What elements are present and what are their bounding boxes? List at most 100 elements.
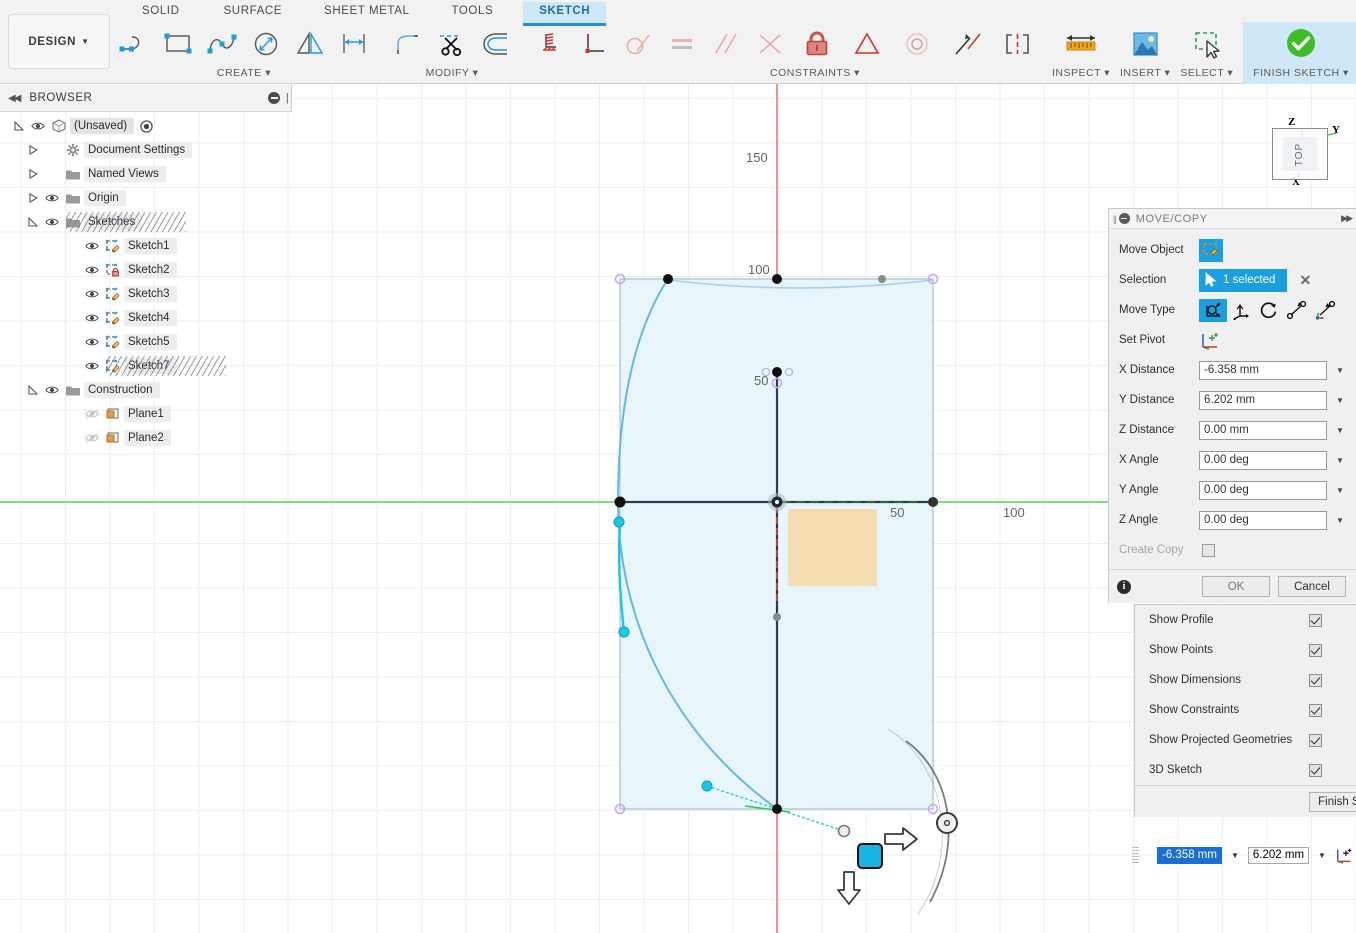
point-to-position-icon[interactable] bbox=[1311, 299, 1339, 322]
palette-option-checkbox[interactable] bbox=[1309, 643, 1322, 657]
circle-diameter-icon[interactable] bbox=[244, 22, 288, 66]
ground-constraint-icon[interactable] bbox=[528, 22, 572, 66]
palette-row-3d-sketch[interactable]: 3D Sketch bbox=[1135, 755, 1356, 785]
fix-lock-icon[interactable] bbox=[792, 22, 842, 66]
chevron-down-icon[interactable]: ▼ bbox=[1231, 851, 1239, 860]
tree-item-named-views[interactable]: Named Views bbox=[28, 164, 166, 184]
x-distance-input[interactable]: -6.358 mm bbox=[1199, 360, 1327, 380]
tree-item-document-settings[interactable]: Document Settings bbox=[28, 140, 193, 160]
offset-icon[interactable] bbox=[474, 22, 518, 66]
info-icon[interactable]: i bbox=[1117, 579, 1131, 594]
palette-row-show-constraints[interactable]: Show Constraints bbox=[1135, 695, 1356, 725]
x-distance-quick-input[interactable]: -6.358 mm bbox=[1157, 846, 1222, 864]
sketch-move-object-icon[interactable] bbox=[1199, 238, 1223, 262]
concentric-icon[interactable] bbox=[892, 22, 942, 66]
expand-arrow-icon[interactable] bbox=[28, 217, 42, 227]
tree-item-construction[interactable]: Construction bbox=[28, 380, 160, 400]
chevron-down-icon[interactable]: ▼ bbox=[1336, 426, 1344, 435]
tree-item-sketches[interactable]: Sketches bbox=[28, 212, 186, 232]
trim-scissors-icon[interactable] bbox=[430, 22, 474, 66]
z-distance-input[interactable]: 0.00 mm bbox=[1199, 420, 1327, 440]
dialog-header[interactable]: || MOVE/COPY ▶▶ bbox=[1109, 209, 1356, 229]
tree-item-sketch3[interactable]: Sketch3 bbox=[68, 284, 177, 304]
equal-icon[interactable] bbox=[660, 22, 704, 66]
expand-arrow-icon[interactable] bbox=[14, 121, 28, 131]
chevron-down-icon[interactable]: ▼ bbox=[1336, 516, 1344, 525]
spline-icon[interactable] bbox=[200, 22, 244, 66]
palette-row-show-dimensions[interactable]: Show Dimensions bbox=[1135, 665, 1356, 695]
parallel-icon[interactable] bbox=[704, 22, 748, 66]
ribbon-group-label-finish-sketch[interactable]: FINISH SKETCH ▾ bbox=[1253, 67, 1349, 79]
activate-radio-icon[interactable] bbox=[140, 119, 153, 133]
dialog-minimize-icon[interactable] bbox=[1118, 213, 1130, 224]
line-icon[interactable] bbox=[112, 22, 156, 66]
tree-item--unsaved-[interactable]: (Unsaved) bbox=[14, 116, 153, 136]
tree-item-plane2[interactable]: Plane2 bbox=[68, 428, 171, 448]
tree-item-sketch7[interactable]: Sketch7 bbox=[68, 356, 226, 376]
chevron-down-icon[interactable]: ▼ bbox=[1336, 366, 1344, 375]
viewcube-face-top[interactable]: TOP bbox=[1272, 128, 1328, 180]
minimize-icon[interactable] bbox=[268, 92, 280, 104]
y-distance-quick-input[interactable]: 6.202 mm bbox=[1247, 846, 1310, 864]
palette-option-checkbox[interactable] bbox=[1309, 763, 1322, 777]
tree-item-sketch5[interactable]: Sketch5 bbox=[68, 332, 177, 352]
view-cube[interactable]: Z Y X TOP bbox=[1262, 110, 1354, 200]
palette-row-show-points[interactable]: Show Points bbox=[1135, 635, 1356, 665]
tangent-icon[interactable] bbox=[616, 22, 660, 66]
chevron-down-icon[interactable]: ▼ bbox=[1336, 486, 1344, 495]
close-x-icon[interactable]: ✕ bbox=[1299, 272, 1311, 289]
ok-button[interactable]: OK bbox=[1202, 576, 1270, 597]
palette-option-checkbox[interactable] bbox=[1309, 733, 1322, 747]
set-pivot-icon[interactable] bbox=[1335, 845, 1355, 865]
collapse-left-icon[interactable]: ◀◀ bbox=[8, 93, 21, 104]
rotate-icon[interactable] bbox=[1255, 299, 1283, 322]
point-to-point-icon[interactable] bbox=[1283, 299, 1311, 322]
dialog-expand-icon[interactable]: ▶▶ bbox=[1341, 213, 1356, 224]
visibility-eye-icon[interactable] bbox=[82, 408, 102, 420]
midpoint-icon[interactable] bbox=[748, 22, 792, 66]
visibility-eye-icon[interactable] bbox=[82, 264, 102, 276]
mirror-icon[interactable] bbox=[288, 22, 332, 66]
collinear-icon[interactable] bbox=[842, 22, 892, 66]
ribbon-group-label-select[interactable]: SELECT ▾ bbox=[1180, 67, 1233, 79]
translate-axis-icon[interactable] bbox=[1227, 299, 1255, 322]
tree-item-sketch2[interactable]: Sketch2 bbox=[68, 260, 177, 280]
rectangle-icon[interactable] bbox=[156, 22, 200, 66]
create-copy-checkbox[interactable] bbox=[1202, 543, 1215, 557]
y-angle-input[interactable]: 0.00 deg bbox=[1199, 480, 1327, 500]
chevron-down-icon[interactable]: ▼ bbox=[1336, 396, 1344, 405]
visibility-eye-icon[interactable] bbox=[82, 312, 102, 324]
select-window-icon[interactable] bbox=[1182, 22, 1232, 66]
finish-sketch-check-icon[interactable] bbox=[1276, 22, 1326, 66]
chevron-down-icon[interactable]: ▼ bbox=[1318, 851, 1326, 860]
ribbon-group-label-constraints[interactable]: CONSTRAINTS ▾ bbox=[770, 67, 860, 79]
visibility-eye-icon[interactable] bbox=[82, 240, 102, 252]
free-move-icon[interactable] bbox=[1199, 298, 1227, 322]
z-angle-input[interactable]: 0.00 deg bbox=[1199, 510, 1327, 530]
ribbon-group-label-insert[interactable]: INSERT ▾ bbox=[1120, 67, 1170, 79]
fillet-icon[interactable] bbox=[386, 22, 430, 66]
workspace-switcher-button[interactable]: DESIGN ▼ bbox=[8, 14, 110, 69]
palette-row-show-projected-geometries[interactable]: Show Projected Geometries bbox=[1135, 725, 1356, 755]
tree-item-sketch1[interactable]: Sketch1 bbox=[68, 236, 177, 256]
visibility-eye-icon[interactable] bbox=[28, 120, 48, 132]
visibility-eye-icon[interactable] bbox=[82, 360, 102, 372]
insert-image-icon[interactable] bbox=[1120, 22, 1170, 66]
cancel-button[interactable]: Cancel bbox=[1278, 576, 1346, 597]
collapse-arrow-icon[interactable] bbox=[28, 193, 42, 203]
collapse-arrow-icon[interactable] bbox=[28, 169, 42, 179]
palette-option-checkbox[interactable] bbox=[1309, 613, 1322, 627]
offset-dimension-icon[interactable] bbox=[332, 22, 376, 66]
measure-ruler-icon[interactable] bbox=[1056, 22, 1106, 66]
visibility-eye-icon[interactable] bbox=[82, 288, 102, 300]
visibility-eye-icon[interactable] bbox=[82, 432, 102, 444]
curvature-icon[interactable] bbox=[992, 22, 1042, 66]
y-distance-input[interactable]: 6.202 mm bbox=[1199, 390, 1327, 410]
tree-item-plane1[interactable]: Plane1 bbox=[68, 404, 171, 424]
x-angle-input[interactable]: 0.00 deg bbox=[1199, 450, 1327, 470]
ribbon-group-finish-sketch[interactable]: FINISH SKETCH ▾ bbox=[1243, 22, 1356, 84]
visibility-eye-icon[interactable] bbox=[82, 336, 102, 348]
dialog-grip-icon[interactable]: || bbox=[1113, 214, 1117, 224]
tree-item-origin[interactable]: Origin bbox=[28, 188, 126, 208]
visibility-eye-icon[interactable] bbox=[42, 216, 62, 228]
